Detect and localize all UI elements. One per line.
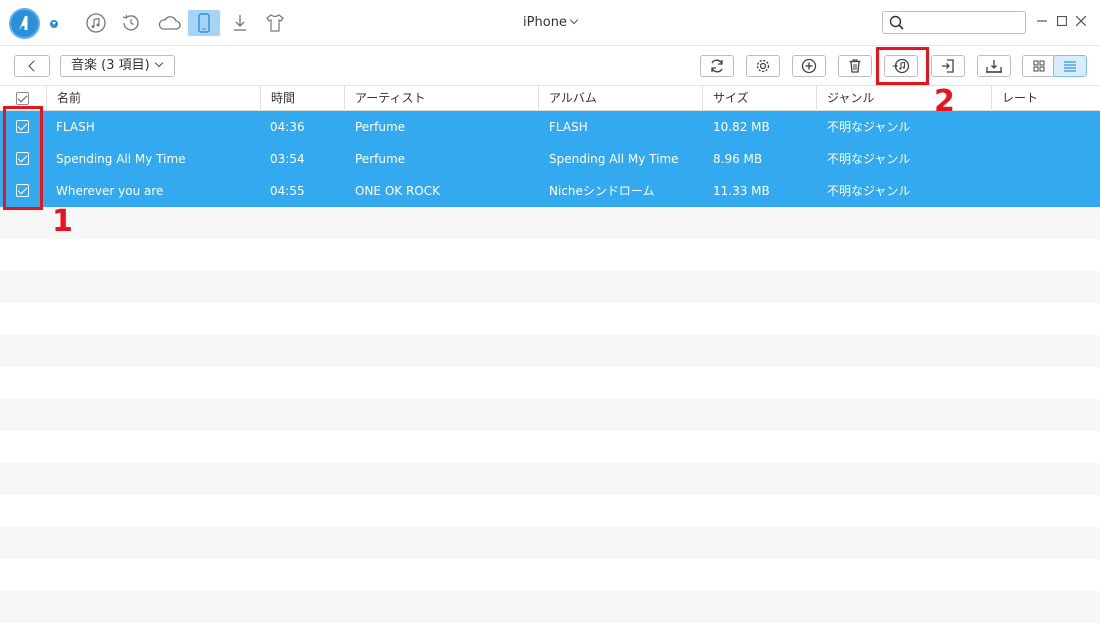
delete-button[interactable] — [838, 55, 872, 77]
annotation-label-2: 2 — [934, 84, 955, 119]
maximize-icon[interactable] — [1055, 14, 1069, 28]
cell-album: Nicheシンドローム — [549, 184, 655, 198]
refresh-button[interactable] — [700, 55, 734, 77]
cell-artist: Perfume — [355, 120, 406, 134]
column-header-genre[interactable]: ジャンル — [816, 86, 991, 111]
cell-size: 8.96 MB — [713, 152, 763, 166]
chevron-down-icon — [569, 15, 579, 25]
device-selector[interactable]: iPhone — [523, 15, 579, 30]
search-icon — [889, 15, 904, 30]
refresh-icon — [711, 59, 723, 73]
column-header-rate[interactable]: レート — [991, 86, 1100, 111]
empty-row — [0, 591, 1100, 623]
table-row[interactable]: Spending All My Time 03:54 Perfume Spend… — [0, 143, 1100, 175]
device-name: iPhone — [523, 15, 567, 30]
export-icon — [942, 59, 954, 73]
app-menu-caret-icon[interactable] — [50, 20, 58, 28]
cell-album: Spending All My Time — [549, 152, 679, 166]
cloud-icon[interactable] — [155, 11, 183, 35]
empty-row — [0, 335, 1100, 367]
empty-row — [0, 623, 1100, 640]
category-dropdown[interactable]: 音楽 (3 項目) — [60, 55, 175, 77]
table-row[interactable]: Wherever you are 04:55 ONE OK ROCK Niche… — [0, 175, 1100, 207]
settings-icon — [756, 59, 770, 73]
column-header-time[interactable]: 時間 — [260, 86, 344, 111]
close-icon[interactable] — [1074, 14, 1088, 28]
empty-row — [0, 463, 1100, 495]
empty-row — [0, 303, 1100, 335]
cell-name: Wherever you are — [56, 184, 164, 198]
list-view-button[interactable] — [1053, 55, 1087, 77]
cell-size: 10.82 MB — [713, 120, 770, 134]
annotation-box-send-button — [876, 47, 929, 85]
add-button[interactable] — [792, 55, 826, 77]
column-header-artist[interactable]: アーティスト — [344, 86, 538, 111]
chevron-down-icon — [154, 58, 163, 68]
search-box[interactable] — [882, 11, 1026, 34]
search-input[interactable] — [909, 14, 1021, 31]
music-table: 名前 時間 アーティスト アルバム サイズ ジャンル レート FLASH 04:… — [0, 86, 1100, 640]
cell-name: FLASH — [56, 120, 95, 134]
cell-time: 04:36 — [270, 120, 305, 134]
empty-row — [0, 271, 1100, 303]
cell-genre: 不明なジャンル — [827, 152, 911, 166]
empty-row — [0, 399, 1100, 431]
download-icon[interactable] — [228, 11, 252, 35]
cell-name: Spending All My Time — [56, 152, 186, 166]
send-to-device-button[interactable] — [977, 55, 1011, 77]
back-button[interactable] — [14, 55, 50, 77]
cell-time: 04:55 — [270, 184, 305, 198]
send-to-device-icon — [986, 60, 1002, 73]
tshirt-icon[interactable] — [263, 11, 287, 35]
empty-row — [0, 431, 1100, 463]
grid-view-icon — [1033, 60, 1045, 72]
empty-row — [0, 207, 1100, 239]
toolbar: 音楽 (3 項目) — [0, 46, 1100, 86]
grid-view-button[interactable] — [1022, 55, 1056, 77]
app-logo[interactable] — [9, 8, 40, 39]
empty-row — [0, 495, 1100, 527]
settings-button[interactable] — [746, 55, 780, 77]
empty-row — [0, 367, 1100, 399]
empty-row — [0, 239, 1100, 271]
column-header-album[interactable]: アルバム — [538, 86, 702, 111]
export-to-computer-button[interactable] — [931, 55, 965, 77]
column-header-name[interactable]: 名前 — [46, 86, 260, 111]
chevron-left-icon — [27, 60, 40, 72]
cell-album: FLASH — [549, 120, 588, 134]
column-header-size[interactable]: サイズ — [702, 86, 816, 111]
history-icon[interactable] — [119, 11, 143, 35]
select-all-checkbox[interactable] — [16, 92, 29, 105]
cell-genre: 不明なジャンル — [827, 184, 911, 198]
cell-size: 11.33 MB — [713, 184, 770, 198]
title-bar: iPhone — [0, 0, 1100, 46]
music-note-icon[interactable] — [84, 11, 108, 35]
app-logo-area[interactable] — [0, 0, 44, 46]
cell-artist: Perfume — [355, 152, 406, 166]
minimize-icon[interactable] — [1035, 14, 1049, 28]
trash-icon — [849, 59, 861, 73]
empty-row — [0, 559, 1100, 591]
list-view-icon — [1064, 61, 1076, 72]
cell-genre: 不明なジャンル — [827, 120, 911, 134]
cell-artist: ONE OK ROCK — [355, 184, 440, 198]
empty-row — [0, 527, 1100, 559]
category-label: 音楽 (3 項目) — [71, 58, 150, 73]
cell-time: 03:54 — [270, 152, 305, 166]
phone-icon[interactable] — [188, 10, 220, 36]
annotation-box-checkboxes — [3, 106, 43, 210]
add-icon — [801, 58, 817, 74]
annotation-label-1: 1 — [52, 204, 73, 239]
